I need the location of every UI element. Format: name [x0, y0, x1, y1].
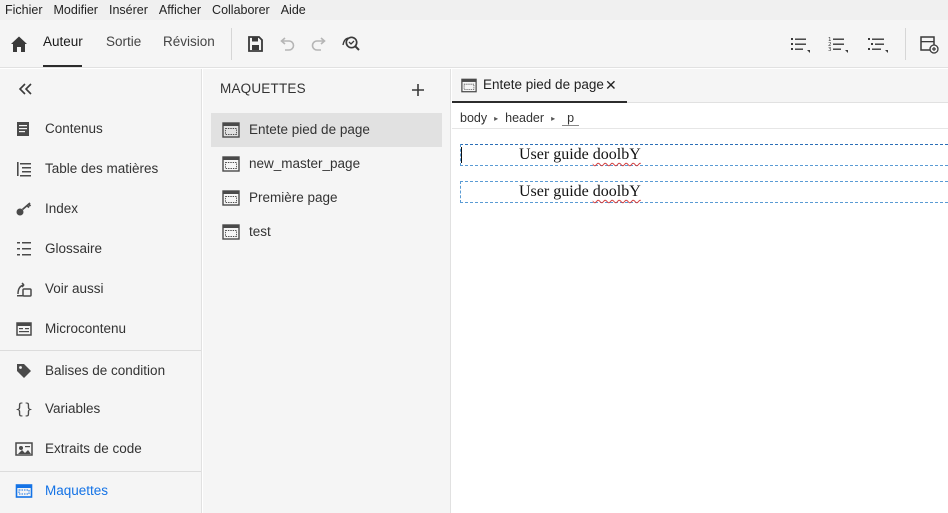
see-also-icon: [17, 282, 32, 297]
home-icon[interactable]: [8, 33, 30, 55]
sidebar-item-table-des-matieres[interactable]: Table des matières: [0, 149, 201, 189]
sidebar-item-label: Contenus: [45, 121, 103, 136]
snippet-icon: [15, 442, 33, 456]
main-toolbar: Auteur Sortie Révision 1 2 3: [0, 20, 948, 68]
glossary-icon: [17, 242, 31, 256]
menu-bar: Fichier Modifier Insérer Afficher Collab…: [0, 0, 948, 20]
numbered-list-icon[interactable]: 1 2 3: [826, 33, 848, 55]
sidebar-item-microcontenu[interactable]: Microcontenu: [0, 309, 201, 349]
template-icon: [222, 156, 240, 172]
sidebar-item-label: Microcontenu: [45, 321, 127, 336]
sidebar-item-label: Index: [45, 201, 79, 216]
template-icon: [222, 190, 240, 206]
sidebar-item-label: Variables: [45, 401, 101, 416]
active-tab-indicator: [43, 65, 82, 67]
sidebar-item-maquettes[interactable]: Maquettes: [0, 471, 201, 511]
braces-icon: {}: [15, 400, 33, 418]
sidebar-item-label: Glossaire: [45, 241, 103, 256]
multilevel-list-icon[interactable]: [866, 33, 888, 55]
undo-icon[interactable]: [276, 33, 298, 55]
breadcrumb-item-header[interactable]: header: [505, 111, 544, 125]
template-item-label: Première page: [249, 190, 338, 205]
spellcheck-flagged-word[interactable]: doolbY: [593, 183, 641, 200]
template-icon: [222, 224, 240, 240]
editor-tab-bar: Entete pied de page ✕: [452, 69, 948, 103]
editor-tab-label: Entete pied de page: [483, 77, 604, 92]
double-chevron-left-icon[interactable]: [16, 79, 36, 99]
redo-icon[interactable]: [308, 33, 330, 55]
menu-collaborer[interactable]: Collaborer: [212, 3, 270, 17]
template-item-label: Entete pied de page: [249, 122, 370, 137]
template-item-entete-pied-de-page[interactable]: Entete pied de page: [211, 113, 442, 147]
close-icon[interactable]: ✕: [605, 77, 617, 94]
sidebar-item-balises-de-condition[interactable]: Balises de condition: [0, 351, 201, 391]
sidebar-item-extraits-de-code[interactable]: Extraits de code: [0, 429, 201, 469]
menu-aide[interactable]: Aide: [281, 3, 306, 17]
sidebar-item-label: Extraits de code: [45, 441, 142, 456]
breadcrumb: body ▸ header ▸ p: [460, 108, 580, 128]
template-item-new-master-page[interactable]: new_master_page: [211, 147, 442, 181]
tab-auteur[interactable]: Auteur: [43, 34, 83, 49]
panel-title: MAQUETTES: [220, 81, 306, 96]
svg-text:3: 3: [828, 47, 832, 53]
properties-panel-icon[interactable]: [918, 33, 940, 55]
sidebar-item-glossaire[interactable]: Glossaire: [0, 229, 201, 269]
sidebar-item-label: Balises de condition: [45, 363, 166, 378]
template-icon: [461, 78, 477, 93]
sidebar-item-voir-aussi[interactable]: Voir aussi: [0, 269, 201, 309]
search-replace-icon[interactable]: [340, 33, 362, 55]
tab-revision[interactable]: Révision: [163, 34, 215, 49]
template-item-premiere-page[interactable]: Première page: [211, 181, 442, 215]
breadcrumb-separator-icon: ▸: [551, 113, 556, 123]
template-item-test[interactable]: test: [211, 215, 442, 249]
toolbar-divider-right: [905, 28, 906, 60]
template-icon: [222, 122, 240, 138]
microcontent-icon: [16, 322, 32, 336]
toolbar-divider: [231, 28, 232, 60]
bulleted-list-icon[interactable]: [788, 33, 810, 55]
left-navigation: Contenus Table des matières Index Glossa…: [0, 69, 202, 513]
toc-icon: [17, 162, 31, 177]
save-icon[interactable]: [244, 33, 266, 55]
editor-area: Entete pied de page ✕ body ▸ header ▸ p …: [452, 69, 948, 513]
menu-fichier[interactable]: Fichier: [5, 3, 43, 17]
editor-divider: [452, 128, 948, 129]
header-paragraph[interactable]: User guide doolbY: [460, 181, 948, 203]
index-key-icon: [16, 202, 32, 216]
sidebar-item-label: Table des matières: [45, 161, 159, 176]
breadcrumb-separator-icon: ▸: [494, 113, 499, 123]
sidebar-item-index[interactable]: Index: [0, 189, 201, 229]
text-caret: [461, 147, 462, 163]
menu-inserer[interactable]: Insérer: [109, 3, 148, 17]
sidebar-item-variables[interactable]: {} Variables: [0, 389, 201, 429]
sidebar-item-label: Voir aussi: [45, 281, 104, 296]
tag-icon: [17, 364, 31, 378]
template-item-label: test: [249, 224, 271, 239]
header-paragraph[interactable]: User guide doolbY: [460, 144, 948, 166]
sidebar-item-contenus[interactable]: Contenus: [0, 109, 201, 149]
spellcheck-flagged-word[interactable]: doolbY: [593, 146, 641, 163]
tab-sortie[interactable]: Sortie: [106, 34, 141, 49]
breadcrumb-item-body[interactable]: body: [460, 111, 487, 125]
menu-afficher[interactable]: Afficher: [159, 3, 201, 17]
template-icon: [15, 484, 33, 498]
template-item-label: new_master_page: [249, 156, 361, 171]
editor-tab-entete-pied-de-page[interactable]: Entete pied de page ✕: [452, 69, 627, 103]
paragraph-text: User guide doolbY: [519, 146, 641, 163]
templates-panel: MAQUETTES Entete pied de page new_master…: [203, 69, 451, 513]
sidebar-item-label: Maquettes: [45, 483, 109, 498]
menu-modifier[interactable]: Modifier: [54, 3, 98, 17]
plus-icon[interactable]: [408, 80, 428, 100]
contents-icon: [17, 122, 29, 136]
paragraph-text: User guide doolbY: [519, 183, 641, 200]
svg-text:{}: {}: [15, 400, 33, 418]
breadcrumb-item-p[interactable]: p: [562, 111, 580, 126]
